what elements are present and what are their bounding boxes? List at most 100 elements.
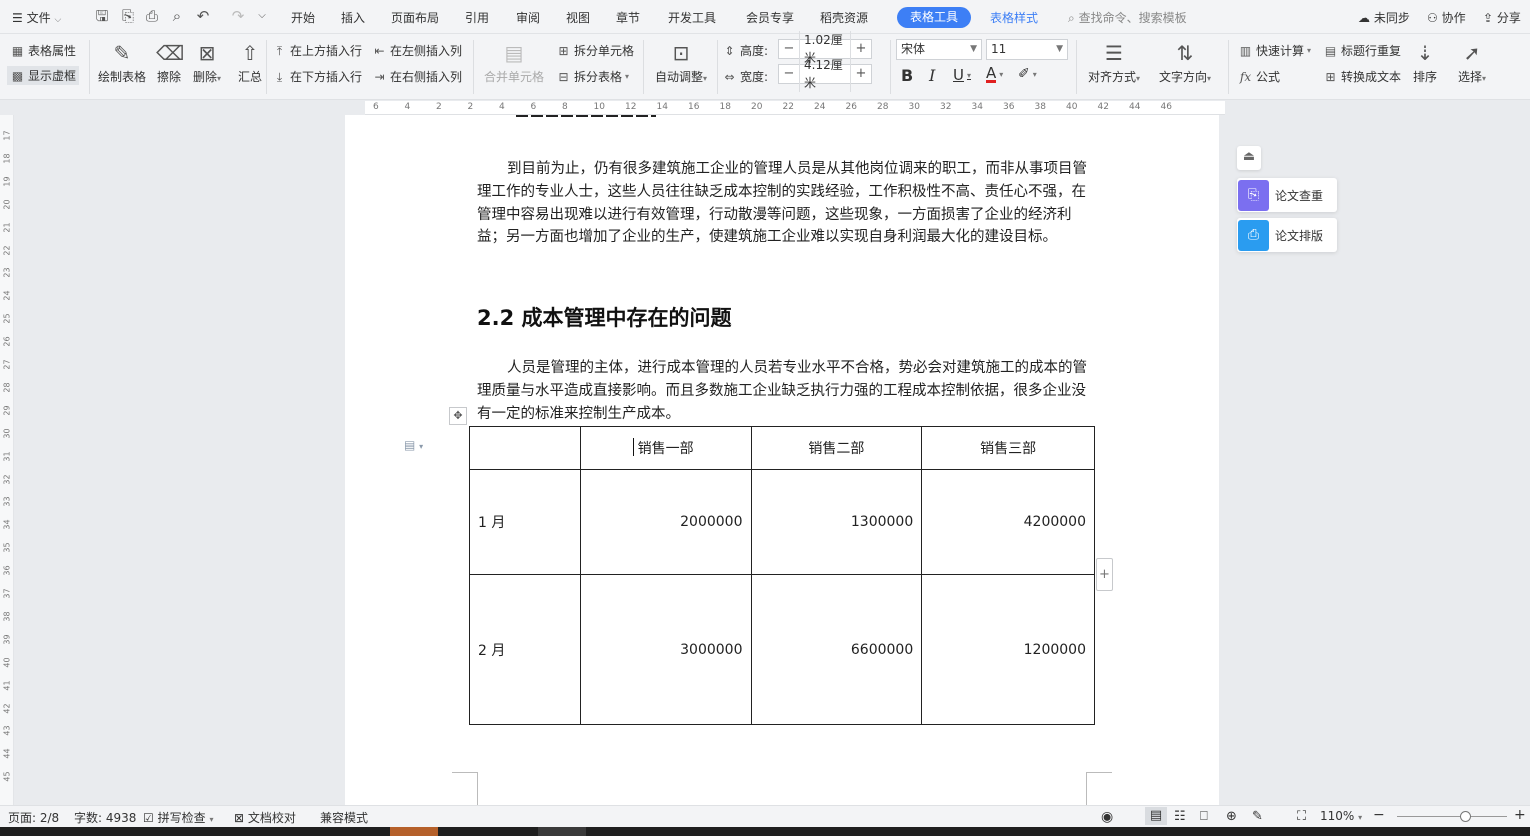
write-mode-icon[interactable]: ✎ bbox=[1252, 809, 1263, 824]
auto-adjust-button[interactable]: ⊡ 自动调整▾ bbox=[655, 40, 707, 85]
italic-button[interactable]: I bbox=[929, 66, 935, 85]
tab-view[interactable]: 视图 bbox=[566, 9, 590, 26]
sync-button[interactable]: ☁ 未同步 bbox=[1358, 9, 1410, 26]
plus-icon[interactable]: + bbox=[851, 65, 871, 83]
table-header-cell[interactable]: 销售二部 bbox=[750, 426, 923, 470]
table-cell[interactable]: 1300000 bbox=[750, 469, 923, 575]
draw-table-button[interactable]: ✎ 绘制表格 bbox=[98, 40, 146, 85]
table-cell[interactable]: 4200000 bbox=[921, 469, 1095, 575]
word-count[interactable]: 字数: 4938 bbox=[74, 809, 136, 826]
tab-table-style[interactable]: 表格样式 bbox=[990, 9, 1038, 26]
summary-button[interactable]: ⇧ 汇总 bbox=[237, 40, 263, 85]
table-cell[interactable]: 3000000 bbox=[579, 574, 752, 725]
insert-row-above-button[interactable]: ⤒ 在上方插入行 bbox=[272, 42, 362, 59]
sort-button[interactable]: ⇣ 排序 bbox=[1412, 40, 1438, 85]
tab-page-layout[interactable]: 页面布局 bbox=[391, 9, 439, 26]
collapse-panel-icon[interactable]: ⏏ bbox=[1237, 146, 1261, 170]
tab-developer[interactable]: 开发工具 bbox=[668, 9, 716, 26]
zoom-out-icon[interactable]: − bbox=[1373, 807, 1385, 823]
table-cell[interactable]: 1200000 bbox=[921, 574, 1095, 725]
doc-proof-button[interactable]: ⊠ 文档校对 bbox=[234, 809, 296, 826]
undo-icon[interactable]: ↶ bbox=[193, 6, 213, 26]
font-name-select[interactable]: 宋体 ▼ bbox=[896, 39, 982, 60]
highlight-button[interactable]: ✐ ▾ bbox=[1018, 66, 1037, 82]
page-indicator[interactable]: 页面: 2/8 bbox=[8, 809, 59, 826]
align-button[interactable]: ☰ 对齐方式▾ bbox=[1088, 40, 1140, 85]
merge-cells-button[interactable]: ▤ 合并单元格 bbox=[484, 40, 544, 85]
paragraph-1[interactable]: 到目前为止，仍有很多建筑施工企业的管理人员是从其他岗位调来的职工，而非从事项目管… bbox=[477, 158, 1089, 249]
save-icon[interactable]: 🖫 bbox=[92, 6, 112, 26]
zoom-select[interactable]: 110% ▾ bbox=[1320, 809, 1362, 823]
minus-icon[interactable]: − bbox=[779, 65, 799, 83]
page-view-icon[interactable]: ▤ bbox=[1145, 807, 1167, 825]
taskbar-app-active[interactable] bbox=[390, 827, 438, 836]
vertical-ruler[interactable]: 17 18 19 20 21 22 23 24 25 26 27 28 29 30 31 32 33 34 35 36… bbox=[0, 115, 14, 805]
fit-page-icon[interactable]: ⛶ bbox=[1297, 809, 1306, 824]
export-pdf-icon[interactable]: ⎘ bbox=[118, 6, 138, 26]
insert-row-below-button[interactable]: ⤓ 在下方插入行 bbox=[272, 68, 362, 85]
width-stepper[interactable]: −4.12厘米 + bbox=[778, 56, 872, 92]
table-header-cell[interactable]: 销售一部 bbox=[579, 426, 752, 470]
outline-view-icon[interactable]: ☷ bbox=[1174, 809, 1186, 824]
reading-view-icon[interactable]: ⎕ bbox=[1200, 809, 1208, 824]
horizontal-ruler[interactable]: 6 4 2 2 4 6 8 10 12 14 16 18 20 22 24 26 28 30 32 34 36 38 40 4… bbox=[365, 101, 1225, 115]
to-text-button[interactable]: ⊞ 转换成文本 bbox=[1323, 68, 1401, 85]
tab-insert[interactable]: 插入 bbox=[341, 9, 365, 26]
title-repeat-button[interactable]: ▤ 标题行重复 bbox=[1323, 42, 1401, 59]
tab-table-tools[interactable]: 表格工具 bbox=[897, 7, 971, 28]
taskbar-app[interactable] bbox=[538, 827, 586, 836]
thesis-layout-button[interactable]: ⎙ 论文排版 bbox=[1237, 218, 1337, 252]
table-props-button[interactable]: ▦ 表格属性 bbox=[10, 42, 76, 59]
zoom-in-icon[interactable]: + bbox=[1514, 807, 1526, 823]
width-value[interactable]: 4.12厘米 bbox=[799, 56, 851, 92]
formula-button[interactable]: fx 公式 bbox=[1238, 68, 1280, 85]
tab-references[interactable]: 引用 bbox=[465, 9, 489, 26]
sales-table[interactable]: 销售一部 销售二部 销售三部 1 月 2000000 1300000 42000… bbox=[469, 426, 1095, 725]
file-menu[interactable]: ☰ 文件 ⌵ bbox=[12, 9, 61, 26]
tab-member[interactable]: 会员专享 bbox=[746, 9, 794, 26]
tab-home[interactable]: 开始 bbox=[291, 9, 315, 26]
share-button[interactable]: ⇪ 分享 bbox=[1483, 9, 1521, 26]
redo-icon[interactable]: ↷ bbox=[228, 6, 248, 26]
select-button[interactable]: ➚ 选择▾ bbox=[1458, 40, 1486, 85]
tab-review[interactable]: 审阅 bbox=[516, 9, 540, 26]
erase-button[interactable]: ⌫ 擦除 bbox=[156, 40, 184, 85]
print-preview-icon[interactable]: ⌕ bbox=[167, 6, 187, 26]
table-row-header[interactable]: 2 月 bbox=[469, 574, 581, 725]
collab-button[interactable]: ⚇ 协作 bbox=[1427, 9, 1466, 26]
paragraph-2[interactable]: 人员是管理的主体，进行成本管理的人员若专业水平不合格，势必会对建筑施工的成本的管… bbox=[477, 357, 1089, 425]
split-table-button[interactable]: ⊟ 拆分表格 ▾ bbox=[556, 68, 629, 85]
minus-icon[interactable]: − bbox=[779, 40, 799, 58]
print-icon[interactable]: ⎙ bbox=[142, 6, 162, 26]
table-move-handle-icon[interactable]: ✥ bbox=[449, 407, 467, 425]
font-color-button[interactable]: A ▾ bbox=[986, 66, 1003, 83]
search-input[interactable]: ⌕ 查找命令、搜索模板 bbox=[1068, 9, 1187, 26]
insert-col-right-button[interactable]: ⇥ 在右侧插入列 bbox=[372, 68, 462, 85]
tab-docer[interactable]: 稻壳资源 bbox=[820, 9, 868, 26]
zoom-slider-track[interactable] bbox=[1397, 816, 1507, 817]
add-column-icon[interactable]: + bbox=[1096, 558, 1113, 591]
table-header-cell[interactable]: 销售三部 bbox=[921, 426, 1095, 470]
tab-chapter[interactable]: 章节 bbox=[616, 9, 640, 26]
web-view-icon[interactable]: ⊕ bbox=[1226, 809, 1237, 824]
table-cell[interactable]: 2000000 bbox=[579, 469, 752, 575]
thesis-check-button[interactable]: ⎘ 论文查重 bbox=[1237, 178, 1337, 212]
paragraph-menu-icon[interactable]: ▤ ▾ bbox=[404, 438, 423, 452]
table-cell[interactable] bbox=[469, 426, 581, 470]
show-gridlines-button[interactable]: ▩ 显示虚框 bbox=[7, 66, 80, 85]
eye-protect-icon[interactable]: ◉ bbox=[1101, 809, 1113, 825]
underline-button[interactable]: U ▾ bbox=[953, 66, 971, 84]
section-heading[interactable]: 2.2 成本管理中存在的问题 bbox=[477, 302, 732, 332]
plus-icon[interactable]: + bbox=[851, 40, 871, 58]
delete-button[interactable]: ⊠ 删除▾ bbox=[193, 40, 221, 85]
quick-calc-button[interactable]: ▥ 快速计算 ▾ bbox=[1238, 42, 1311, 59]
zoom-slider-thumb[interactable] bbox=[1460, 811, 1471, 822]
spell-check-button[interactable]: ☑ 拼写检查 ▾ bbox=[143, 809, 213, 826]
text-direction-button[interactable]: ⇅ 文字方向▾ bbox=[1159, 40, 1211, 85]
insert-col-left-button[interactable]: ⇤ 在左侧插入列 bbox=[372, 42, 462, 59]
font-size-select[interactable]: 11 ▼ bbox=[986, 39, 1068, 60]
split-cells-button[interactable]: ⊞ 拆分单元格 bbox=[556, 42, 634, 59]
table-row-header[interactable]: 1 月 bbox=[469, 469, 581, 575]
customize-toolbar-icon[interactable]: ⌵ bbox=[252, 6, 272, 26]
bold-button[interactable]: B bbox=[901, 66, 913, 85]
